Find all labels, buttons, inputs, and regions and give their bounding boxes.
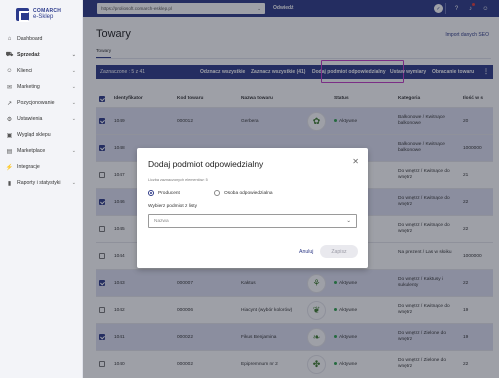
chevron-down-icon: ⌄ <box>71 180 76 186</box>
sidebar-item-label: Ustawienia <box>17 116 43 122</box>
chevron-down-icon: ⌄ <box>71 68 76 74</box>
megaphone-icon: ✉ <box>6 84 13 91</box>
sidebar-item-6[interactable]: ▣ Wygląd sklepu <box>0 127 83 143</box>
chevron-down-icon: ⌄ <box>71 52 76 58</box>
close-icon[interactable]: ✕ <box>352 157 359 166</box>
sidebar-item-label: Marketing <box>17 84 40 90</box>
cancel-button[interactable]: Anuluj <box>299 249 313 255</box>
sidebar-item-8[interactable]: ⚡ Integracje <box>0 159 83 175</box>
chevron-down-icon: ⌄ <box>71 100 76 106</box>
entity-select[interactable]: Nazwa ⌄ <box>148 214 357 228</box>
cart-icon: ⛟ <box>5 52 14 58</box>
chevron-down-icon: ⌄ <box>71 148 76 154</box>
sidebar-item-label: Marketplace <box>17 148 46 154</box>
brand-product: e-Sklep <box>33 14 54 20</box>
sidebar-item-2[interactable]: ☺ Klienci ⌄ <box>0 63 83 79</box>
sidebar-item-9[interactable]: ▮ Raporty i statystyki ⌄ <box>0 175 83 191</box>
save-button[interactable]: Zapisz <box>320 245 358 258</box>
comarch-logo-icon <box>16 7 30 22</box>
sidebar-item-label: Raporty i statystyki <box>17 180 61 186</box>
chart-icon: ↗ <box>6 100 13 107</box>
brand-logo[interactable]: COMARCH e-Sklep <box>16 6 61 22</box>
radio-producer-control[interactable] <box>148 190 154 196</box>
chevron-down-icon: ⌄ <box>346 218 351 224</box>
chevron-down-icon: ⌄ <box>71 84 76 90</box>
sidebar-item-label: Dashboard <box>17 36 43 42</box>
radio-responsible-person-label: Osoba odpowiedzialna <box>224 190 273 196</box>
sidebar: COMARCH e-Sklep ⌂ Dashboard ⛟ Sprzedaż ⌄ ☺ Kli… <box>0 0 83 378</box>
sidebar-item-label: Klienci <box>17 68 33 74</box>
store-icon: ▤ <box>6 148 13 155</box>
radio-responsible-person[interactable]: Osoba odpowiedzialna <box>214 190 273 196</box>
selected-count-text: Liczba zaznaczonych elementów: 5 <box>148 178 208 182</box>
sidebar-item-label: Integracje <box>17 164 40 170</box>
sidebar-item-label: Pozycjonowanie <box>17 100 55 106</box>
sidebar-item-4[interactable]: ↗ Pozycjonowanie ⌄ <box>0 95 83 111</box>
sidebar-item-label: Sprzedaż <box>17 52 40 58</box>
entity-select-placeholder: Nazwa <box>154 219 169 224</box>
sidebar-item-3[interactable]: ✉ Marketing ⌄ <box>0 79 83 95</box>
assign-responsible-dialog: Dodaj podmiot odpowiedzialny ✕ Liczba za… <box>137 148 368 268</box>
radio-responsible-person-control[interactable] <box>214 190 220 196</box>
radio-producer-label: Producent <box>158 190 180 196</box>
bar-chart-icon: ▮ <box>7 180 12 187</box>
chevron-down-icon: ⌄ <box>71 116 76 122</box>
home-icon: ⌂ <box>7 36 12 42</box>
gear-icon: ⚙ <box>6 116 13 123</box>
sidebar-item-1[interactable]: ⛟ Sprzedaż ⌄ <box>0 47 83 63</box>
dialog-title: Dodaj podmiot odpowiedzialny <box>148 159 264 169</box>
radio-producer[interactable]: Producent <box>148 190 180 196</box>
sidebar-item-5[interactable]: ⚙ Ustawienia ⌄ <box>0 111 83 127</box>
sidebar-item-7[interactable]: ▤ Marketplace ⌄ <box>0 143 83 159</box>
sidebar-item-label: Wygląd sklepu <box>17 132 51 138</box>
sidebar-nav: ⌂ Dashboard ⛟ Sprzedaż ⌄ ☺ Klienci ⌄ ✉ Marketing ⌄… <box>0 31 83 191</box>
sidebar-item-0[interactable]: ⌂ Dashboard <box>0 31 83 47</box>
users-icon: ☺ <box>6 68 13 74</box>
select-entity-label: Wybierz podmiot z listy <box>148 204 198 209</box>
plug-icon: ⚡ <box>5 164 14 171</box>
palette-icon: ▣ <box>6 132 13 139</box>
